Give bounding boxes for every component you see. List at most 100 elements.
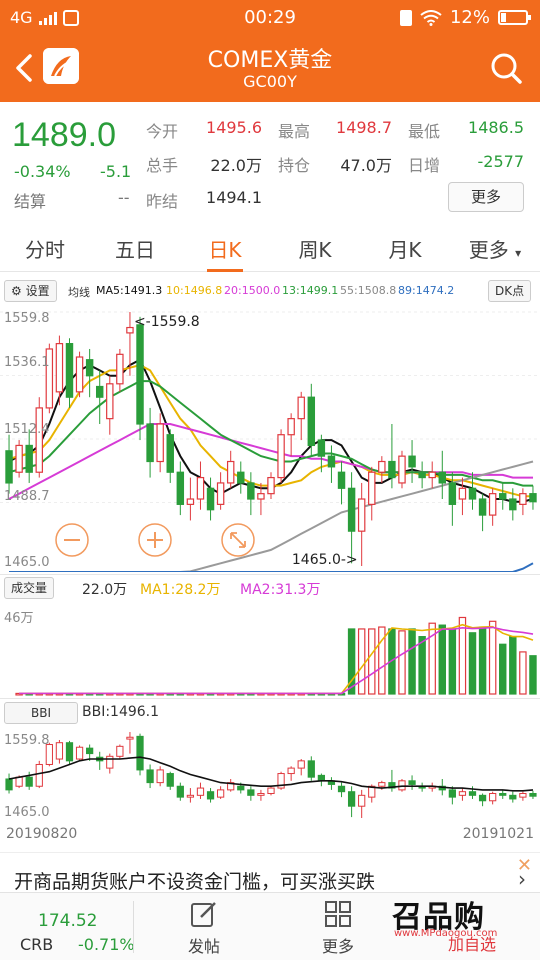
candle-body: [186, 498, 195, 505]
wifi-icon: [420, 9, 442, 26]
settings-button[interactable]: ⚙ 设置: [4, 280, 57, 302]
tab-monthly-k[interactable]: 月K: [360, 234, 450, 263]
open-label: 今开: [146, 122, 179, 141]
settings-label: 设置: [25, 284, 50, 298]
crb-index-change[interactable]: -0.71%: [78, 935, 135, 954]
bbi-candle-body: [408, 780, 416, 785]
status-right: 12%: [399, 7, 531, 28]
bbi-candle-body: [378, 782, 386, 787]
zoom-in-button[interactable]: [138, 523, 172, 557]
settle-value: --: [118, 188, 130, 207]
bbi-indicator-button[interactable]: BBI: [4, 702, 78, 724]
candle-body: [357, 498, 366, 532]
y-label-5: 1465.0: [4, 555, 50, 570]
ad-banner[interactable]: 开商品期货账户不设资金门槛，可买涨买跌 ✕ ›: [0, 852, 540, 893]
bbi-candle-body: [237, 785, 245, 791]
charging-icon: [399, 9, 412, 26]
candle-body: [156, 423, 164, 463]
bbi-candle-body: [86, 747, 94, 755]
candle-body: [216, 482, 225, 505]
bbi-candle-body: [216, 789, 225, 798]
settle-label: 结算: [14, 192, 47, 211]
candle-body: [519, 493, 527, 505]
volume-bar: [478, 626, 487, 695]
bbi-candle-body: [509, 794, 517, 800]
bbi-candle-body: [75, 746, 84, 760]
post-button[interactable]: 发帖: [164, 899, 244, 957]
header-bar: 4G 00:29 12% COMEX黄金 GC00Y: [0, 0, 540, 102]
y-label-3: 1512.4: [4, 422, 50, 437]
page-subtitle: GC00Y: [243, 72, 297, 91]
candle-body: [529, 493, 537, 503]
quote-more-button[interactable]: 更多: [448, 182, 524, 212]
grid-icon: [325, 901, 351, 927]
more-menu-button[interactable]: 更多: [298, 899, 378, 957]
ma20-value: 20:1500.0: [224, 284, 281, 297]
tab-daily-k[interactable]: 日K: [180, 234, 270, 263]
ma-label: 均线: [68, 286, 90, 299]
volume-chart[interactable]: 46万: [0, 600, 540, 696]
search-icon[interactable]: [488, 50, 524, 86]
tab-five-day[interactable]: 五日: [90, 234, 180, 263]
chevron-right-icon: ›: [518, 867, 526, 891]
candle-body: [75, 356, 84, 393]
volume-bar: [357, 628, 366, 695]
candle-body: [468, 487, 477, 500]
candle-body: [247, 482, 255, 500]
zoom-out-button[interactable]: [55, 523, 89, 557]
status-bar: 4G 00:29 12%: [0, 0, 540, 36]
candle-body: [267, 476, 275, 495]
candle-body: [408, 455, 416, 468]
open-interest-value: 47.0万: [340, 156, 392, 175]
candle-body: [368, 471, 376, 505]
bbi-candle-body: [126, 736, 134, 740]
crb-index-name[interactable]: CRB: [20, 935, 53, 954]
crb-index-value[interactable]: 174.52: [38, 911, 97, 931]
volume-bar: [519, 651, 527, 695]
candle-body: [337, 471, 346, 489]
candle-body: [347, 487, 356, 532]
candle-body: [287, 418, 295, 436]
candle-body: [448, 482, 457, 505]
active-tab-indicator: [207, 269, 243, 272]
candle-body: [458, 487, 467, 500]
expand-icon: [230, 532, 246, 548]
candle-body: [85, 359, 94, 377]
volume-ma1: MA1:28.2万: [140, 582, 221, 598]
bbi-header: BBI BBI:1496.1: [0, 698, 540, 724]
gear-icon: ⚙: [11, 284, 22, 298]
dk-point-button[interactable]: DK点: [488, 280, 532, 302]
fullscreen-button[interactable]: [221, 523, 255, 557]
bbi-line: [8, 756, 534, 792]
volume-bar: [529, 655, 537, 695]
bbi-candle-body: [478, 794, 487, 802]
y-label-1: 1559.8: [4, 311, 50, 326]
bbi-chart[interactable]: 1559.8 1465.0: [0, 724, 540, 822]
candle-body: [237, 471, 245, 484]
tab-weekly-k[interactable]: 周K: [270, 234, 360, 263]
volume-bar: [458, 616, 467, 695]
volume-bar: [509, 636, 517, 695]
bbi-candle-body: [499, 793, 507, 796]
bbi-candle-body: [55, 742, 64, 760]
candle-body: [499, 493, 507, 500]
candle-body: [257, 493, 265, 500]
candle-body: [176, 471, 185, 505]
candle-body: [277, 434, 285, 479]
tab-more[interactable]: 更多 ▾: [450, 234, 540, 263]
candle-body: [65, 343, 74, 398]
bbi-candle-body: [25, 776, 33, 787]
prev-settle-label: 昨结: [146, 192, 179, 211]
bbi-candle-body: [297, 760, 305, 769]
kline-chart[interactable]: 1559.8 1536.1 1512.4 1488.7 1465.0 <-155…: [0, 304, 540, 572]
ad-text: 开商品期货账户不设资金门槛，可买涨买跌: [14, 871, 376, 893]
candle-body: [136, 324, 144, 425]
volume-bar: [408, 628, 416, 695]
tab-intraday[interactable]: 分时: [0, 234, 90, 263]
candle-body: [55, 343, 64, 393]
chevron-down-icon: ▾: [515, 246, 522, 260]
volume-indicator-button[interactable]: 成交量: [4, 577, 55, 599]
candle-body: [388, 460, 396, 479]
candle-body: [126, 326, 134, 334]
battery-percent: 12%: [449, 7, 490, 28]
